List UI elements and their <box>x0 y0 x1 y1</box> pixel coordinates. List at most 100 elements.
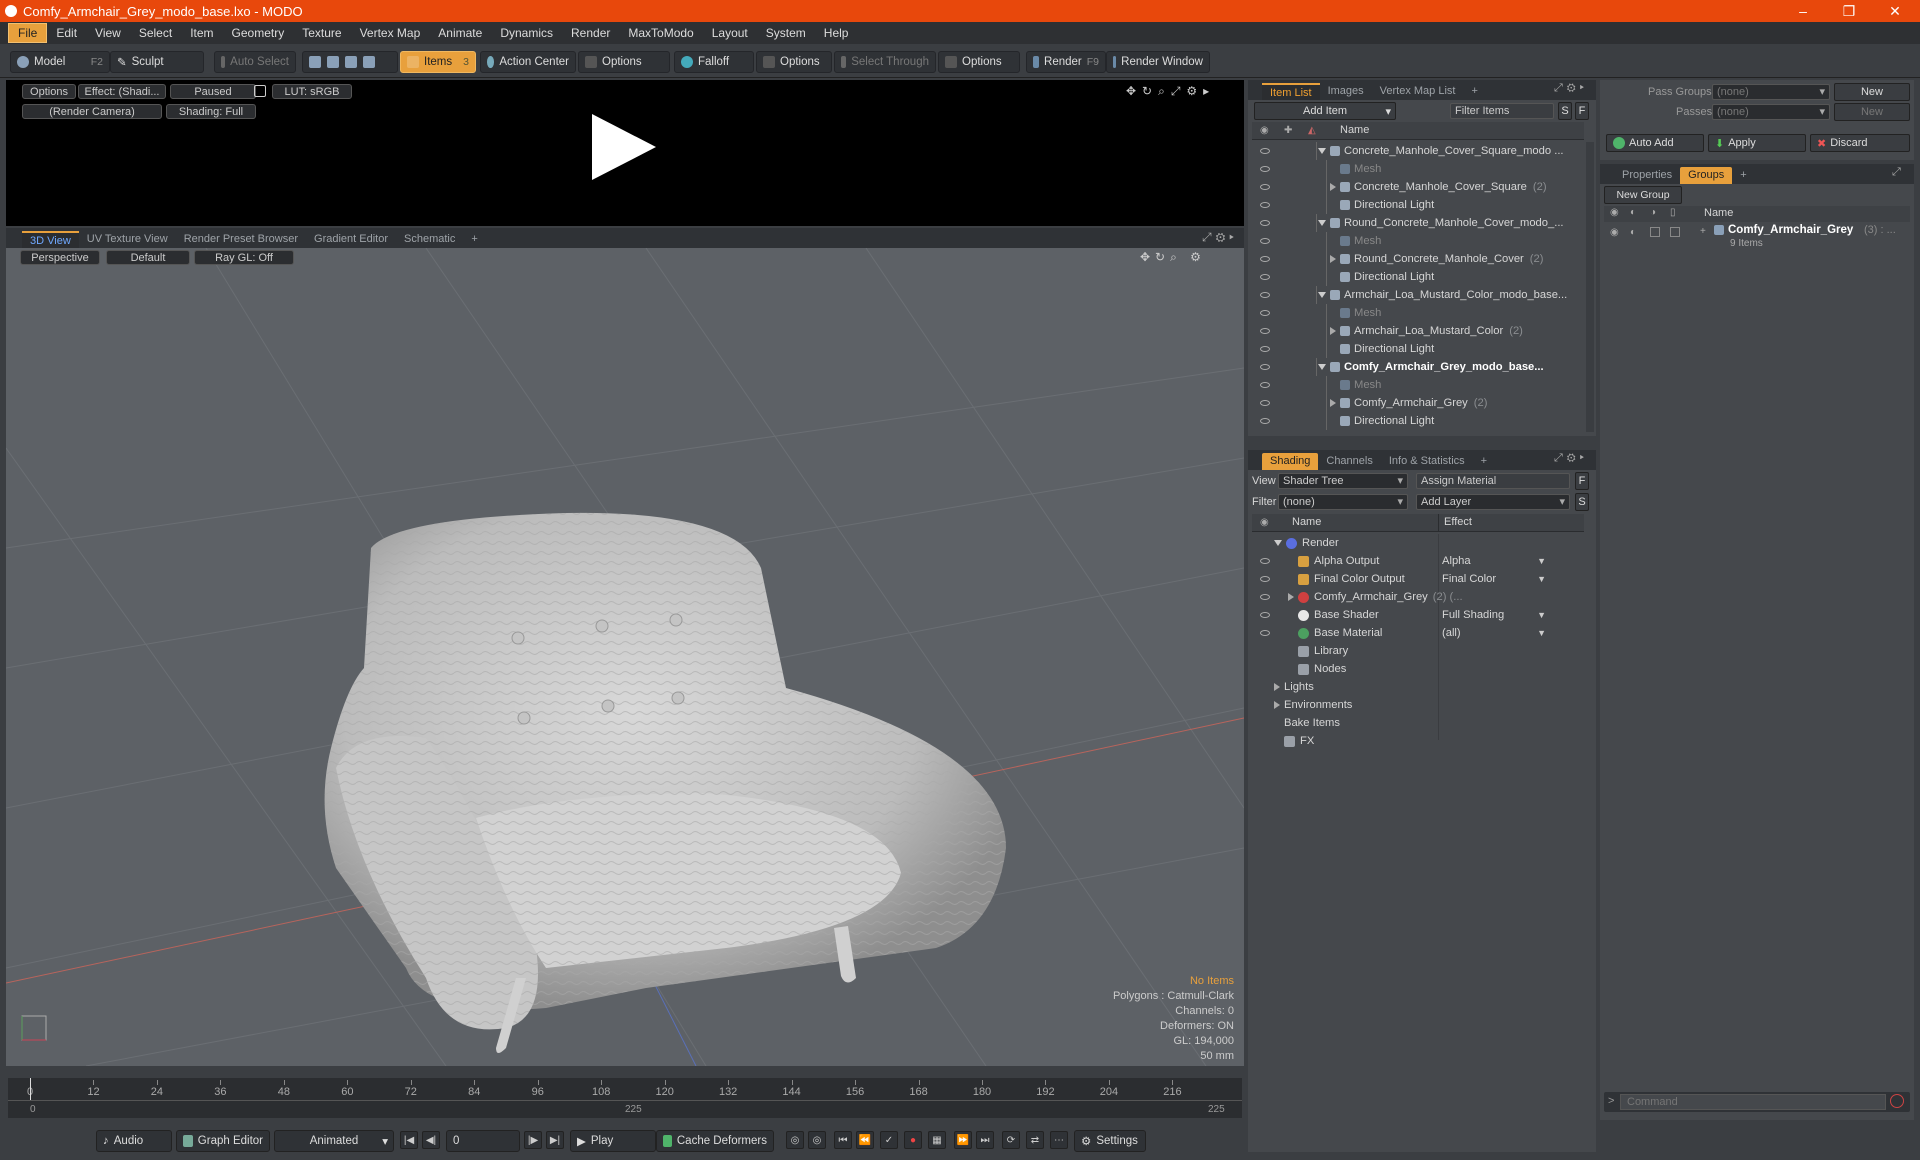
shading-f-button[interactable]: F <box>1575 472 1589 490</box>
command-history-icon[interactable] <box>1890 1094 1904 1108</box>
select-through-options-button[interactable]: Options <box>938 51 1020 73</box>
materials-mode-icon[interactable] <box>363 56 375 68</box>
preview-options-button[interactable]: Options <box>22 84 76 99</box>
visibility-eye-icon[interactable] <box>1260 346 1270 352</box>
play-button[interactable]: ▶ Play <box>570 1130 656 1152</box>
edges-mode-icon[interactable] <box>327 56 339 68</box>
expand-right-icon[interactable] <box>1330 327 1336 336</box>
item-row[interactable]: Directional Light <box>1252 268 1584 286</box>
auto-select-button[interactable]: Auto Select <box>214 51 296 73</box>
expand-right-icon[interactable] <box>1274 683 1280 692</box>
add-tab-icon[interactable]: + <box>1732 167 1754 184</box>
tab-schematic[interactable]: Schematic <box>396 231 463 248</box>
shading-panel-icons[interactable]: ⤢⚙▸ <box>1554 452 1588 465</box>
tab-info-statistics[interactable]: Info & Statistics <box>1381 453 1473 470</box>
group-lock-checkbox[interactable] <box>1650 227 1660 237</box>
expand-right-icon[interactable] <box>1288 593 1294 602</box>
new-pass-button[interactable]: New <box>1834 103 1910 121</box>
shader-row[interactable]: Render <box>1252 534 1584 552</box>
apply-button[interactable]: ⬇ Apply <box>1708 134 1806 152</box>
falloff-options-button[interactable]: Options <box>756 51 832 73</box>
add-tab-icon[interactable]: + <box>1463 83 1485 100</box>
new-pass-group-button[interactable]: New <box>1834 83 1910 101</box>
visibility-eye-icon[interactable] <box>1260 310 1270 316</box>
item-row[interactable]: Mesh <box>1252 376 1584 394</box>
key-icon-1[interactable]: ◎ <box>786 1131 804 1149</box>
menu-render[interactable]: Render <box>562 24 619 42</box>
expand-down-icon[interactable] <box>1318 148 1326 155</box>
restore-icon[interactable]: ❐ <box>1826 0 1872 22</box>
visibility-eye-icon[interactable] <box>1260 292 1270 298</box>
item-row[interactable]: Mesh <box>1252 160 1584 178</box>
effect-dropdown[interactable]: Alpha ▼ <box>1442 552 1546 570</box>
item-row[interactable]: Directional Light <box>1252 196 1584 214</box>
next-key-icon[interactable]: |▶ <box>524 1131 542 1149</box>
visibility-eye-icon[interactable] <box>1260 558 1270 564</box>
viewport-nav-icons[interactable]: ✥↻⌕ ⚙ <box>1140 250 1206 265</box>
menu-file[interactable]: File <box>8 23 48 43</box>
new-group-button[interactable]: New Group <box>1604 186 1682 204</box>
visibility-eye-icon[interactable] <box>1260 576 1270 582</box>
lock-icon[interactable] <box>254 85 266 97</box>
expand-right-icon[interactable] <box>1330 399 1336 408</box>
pass-groups-dropdown[interactable]: (none) <box>1712 84 1830 100</box>
visibility-eye-icon[interactable] <box>1260 256 1270 262</box>
timeline[interactable]: 0 225 225 012243648607284961081201321441… <box>8 1078 1242 1118</box>
visibility-eye-icon[interactable] <box>1260 274 1270 280</box>
command-input[interactable] <box>1620 1094 1886 1110</box>
menu-item[interactable]: Item <box>181 24 222 42</box>
expand-plus-icon[interactable]: + <box>1700 226 1706 237</box>
visibility-eye-icon[interactable] <box>1260 418 1270 424</box>
menu-layout[interactable]: Layout <box>703 24 757 42</box>
filter-dropdown[interactable]: (none) <box>1278 494 1408 510</box>
tab-channels[interactable]: Channels <box>1318 453 1380 470</box>
group-visibility-icon[interactable]: ◉ <box>1610 227 1619 238</box>
shader-row[interactable]: Lights <box>1252 678 1584 696</box>
default-style-dropdown[interactable]: Default <box>106 250 190 265</box>
sculpt-mode-button[interactable]: ✎ Sculpt <box>110 51 204 73</box>
visibility-eye-icon[interactable] <box>1260 382 1270 388</box>
raygl-dropdown[interactable]: Ray GL: Off <box>194 250 294 265</box>
audio-button[interactable]: ♪ Audio <box>96 1130 172 1152</box>
filter-items-field[interactable]: Filter Items <box>1450 103 1554 119</box>
menu-view[interactable]: View <box>86 24 130 42</box>
3d-viewport[interactable]: Perspective Default Ray GL: Off ✥↻⌕ ⚙ No… <box>6 248 1244 1066</box>
filter-s-button[interactable]: S <box>1558 102 1572 120</box>
expand-right-icon[interactable] <box>1330 255 1336 264</box>
shader-row[interactable]: FX <box>1252 732 1584 750</box>
item-row[interactable]: Mesh <box>1252 232 1584 250</box>
first-frame-icon[interactable]: ⏮ <box>834 1131 852 1149</box>
filter-f-button[interactable]: F <box>1575 102 1589 120</box>
tab-item-list[interactable]: Item List <box>1262 83 1320 100</box>
menu-dynamics[interactable]: Dynamics <box>491 24 562 42</box>
discard-button[interactable]: ✖ Discard <box>1810 134 1910 152</box>
visibility-eye-icon[interactable] <box>1260 148 1270 154</box>
tab-images[interactable]: Images <box>1320 83 1372 100</box>
visibility-eye-icon[interactable] <box>1260 594 1270 600</box>
skip-end-icon[interactable]: ▶| <box>546 1131 564 1149</box>
key-icon-2[interactable]: ◎ <box>808 1131 826 1149</box>
expand-right-icon[interactable] <box>1274 701 1280 710</box>
record-icon[interactable]: ● <box>904 1131 922 1149</box>
menu-texture[interactable]: Texture <box>293 24 350 42</box>
lut-dropdown[interactable]: LUT: sRGB <box>272 84 352 99</box>
menu-edit[interactable]: Edit <box>47 24 86 42</box>
view-dropdown[interactable]: Shader Tree <box>1278 473 1408 489</box>
effect-dropdown[interactable]: Final Color ▼ <box>1442 570 1546 588</box>
item-list-scrollbar[interactable] <box>1586 142 1594 432</box>
loop-icon[interactable]: ⟳ <box>1002 1131 1020 1149</box>
shader-row[interactable]: Comfy_Armchair_Grey (2) (... <box>1252 588 1584 606</box>
menu-help[interactable]: Help <box>815 24 858 42</box>
prev-frame-icon[interactable]: ⏪ <box>856 1131 874 1149</box>
close-icon[interactable]: ✕ <box>1872 0 1918 22</box>
tab-render-preset-browser[interactable]: Render Preset Browser <box>176 231 306 248</box>
animated-dropdown[interactable]: Animated ▾ <box>274 1130 394 1152</box>
tab-properties[interactable]: Properties <box>1614 167 1680 184</box>
settings-button[interactable]: ⚙ Settings <box>1074 1130 1146 1152</box>
item-row[interactable]: Round_Concrete_Manhole_Cover (2) <box>1252 250 1584 268</box>
bounce-icon[interactable]: ⇄ <box>1026 1131 1044 1149</box>
shader-row[interactable]: Nodes <box>1252 660 1584 678</box>
tab-uv-texture-view[interactable]: UV Texture View <box>79 231 176 248</box>
key-toggle-icon[interactable]: ✓ <box>880 1131 898 1149</box>
expand-down-icon[interactable] <box>1318 364 1326 371</box>
